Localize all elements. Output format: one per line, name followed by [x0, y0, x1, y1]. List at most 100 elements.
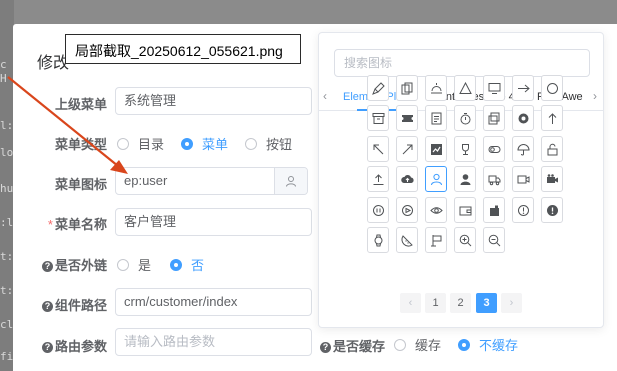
- icon-option-umbrella[interactable]: [512, 136, 534, 162]
- video-camera-filled-icon: [546, 173, 558, 183]
- icon-option-sunrise[interactable]: [425, 75, 447, 101]
- help-icon[interactable]: ?: [319, 342, 331, 353]
- icon-option-warning[interactable]: [512, 197, 534, 223]
- icon-option-wind-power[interactable]: [425, 227, 447, 253]
- icon-option-video-camera[interactable]: [512, 166, 534, 192]
- icon-option-zoom-in[interactable]: [454, 227, 476, 253]
- icon-option-monitor[interactable]: [483, 75, 505, 101]
- icon-search-input[interactable]: 搜索图标: [334, 49, 590, 77]
- icon-option-user[interactable]: [425, 166, 447, 192]
- icon-option-upload[interactable]: [367, 166, 389, 192]
- icon-option-wallet-filled[interactable]: [483, 197, 505, 223]
- icon-option-trophy[interactable]: [454, 136, 476, 162]
- tabs-next-icon[interactable]: ›: [593, 89, 597, 103]
- pager-page-3[interactable]: 3: [476, 293, 497, 313]
- cache-radio-no-cache[interactable]: 不缓存: [458, 335, 518, 354]
- icon-option-stopwatch[interactable]: [454, 105, 476, 131]
- wallet-filled-icon: [489, 205, 499, 216]
- icon-option-document[interactable]: [425, 105, 447, 131]
- user-icon: [430, 173, 442, 185]
- external-link-radio-yes[interactable]: 是: [117, 255, 151, 274]
- menu-name-input[interactable]: 客户管理: [115, 208, 312, 236]
- video-play-icon: [401, 204, 413, 216]
- parent-menu-select[interactable]: 系统管理: [115, 87, 312, 115]
- icon-option-unlock[interactable]: [541, 136, 563, 162]
- icon-option-trend-charts[interactable]: [425, 136, 447, 162]
- icon-option-circle[interactable]: [541, 75, 563, 101]
- icon-picker-popover: 搜索图标 ‹ Element Plus Font Awesome 4 Font …: [318, 32, 604, 328]
- right-arrow-icon: [517, 84, 530, 92]
- icon-option-box[interactable]: [367, 105, 389, 131]
- menu-type-radio-menu[interactable]: 菜单: [181, 134, 228, 153]
- icon-option-wallet[interactable]: [454, 197, 476, 223]
- icon-option-right-arrow[interactable]: [512, 75, 534, 101]
- wallet-icon: [459, 206, 471, 215]
- zoom-out-icon: [488, 234, 500, 246]
- required-mark: *: [47, 217, 53, 232]
- help-icon[interactable]: ?: [41, 261, 53, 272]
- setting-icon: [518, 113, 528, 123]
- trend-charts-icon: [430, 143, 442, 155]
- menu-icon-input[interactable]: ep:user: [115, 167, 308, 195]
- icon-option-turn-off[interactable]: [483, 136, 505, 162]
- external-link-radio-no[interactable]: 否: [170, 255, 204, 274]
- component-path-input[interactable]: crm/customer/index: [115, 288, 312, 316]
- icon-option-ticket[interactable]: [396, 105, 418, 131]
- turn-off-icon: [488, 145, 500, 153]
- video-pause-icon: [372, 204, 384, 216]
- monitor-icon: [488, 82, 500, 94]
- tabs-prev-icon[interactable]: ‹: [323, 89, 327, 103]
- user-filled-icon: [460, 173, 470, 185]
- screenshot-filename-tooltip: 局部截取_20250612_055621.png: [65, 34, 301, 64]
- route-params-input[interactable]: 请输入路由参数: [115, 328, 312, 356]
- pager-next-button[interactable]: ›: [501, 293, 522, 313]
- stopwatch-icon: [460, 112, 470, 124]
- pager-page-1[interactable]: 1: [425, 293, 446, 313]
- icon-picker-button[interactable]: [274, 168, 307, 194]
- pager-page-2[interactable]: 2: [450, 293, 471, 313]
- top-arrow-icon: [548, 112, 556, 124]
- icon-option-video-play[interactable]: [396, 197, 418, 223]
- icon-option-top-right-arrow[interactable]: [396, 136, 418, 162]
- icon-option-user-filled[interactable]: [454, 166, 476, 192]
- icon-option-upload-filled[interactable]: [396, 166, 418, 192]
- icon-option-watch[interactable]: [367, 227, 389, 253]
- icon-option-brush[interactable]: [367, 75, 389, 101]
- route-params-label: ? 路由参数: [11, 336, 107, 355]
- view-icon: [429, 206, 443, 214]
- top-left-arrow-icon: [373, 144, 383, 154]
- icon-option-video-camera-filled[interactable]: [541, 166, 563, 192]
- icon-option-watermelon[interactable]: [396, 227, 418, 253]
- van-icon: [488, 175, 500, 185]
- wind-power-icon: [430, 234, 441, 246]
- ticket-icon: [401, 114, 413, 122]
- icon-option-video-pause[interactable]: [367, 197, 389, 223]
- cache-radio-cache[interactable]: 缓存: [394, 335, 441, 354]
- component-path-label: ? 组件路径: [11, 295, 107, 314]
- warning-icon: [517, 204, 529, 216]
- upload-filled-icon: [400, 174, 414, 183]
- icon-option-copy-document[interactable]: [396, 75, 418, 101]
- box-icon: [372, 112, 384, 124]
- annotation-arrow: [7, 76, 128, 174]
- help-icon[interactable]: ?: [41, 301, 53, 312]
- help-icon[interactable]: ?: [41, 342, 53, 353]
- unlock-icon: [547, 143, 557, 155]
- icon-option-van[interactable]: [483, 166, 505, 192]
- icon-option-view[interactable]: [425, 197, 447, 223]
- icon-option-warning-filled[interactable]: [541, 197, 563, 223]
- external-link-label: ? 是否外链: [11, 255, 107, 274]
- icon-option-zoom-out[interactable]: [483, 227, 505, 253]
- icon-option-tickets[interactable]: [483, 105, 505, 131]
- warning-filled-icon: [546, 204, 558, 216]
- icon-option-top-left-arrow[interactable]: [367, 136, 389, 162]
- pager-prev-button[interactable]: ‹: [400, 293, 421, 313]
- sunrise-icon: [430, 82, 442, 93]
- umbrella-icon: [516, 143, 530, 155]
- zoom-in-icon: [459, 234, 471, 246]
- icon-option-setting[interactable]: [512, 105, 534, 131]
- tickets-icon: [488, 112, 499, 124]
- menu-type-radio-button[interactable]: 按钮: [245, 134, 292, 153]
- icon-option-warning-triangle[interactable]: [454, 75, 476, 101]
- icon-option-top-arrow[interactable]: [541, 105, 563, 131]
